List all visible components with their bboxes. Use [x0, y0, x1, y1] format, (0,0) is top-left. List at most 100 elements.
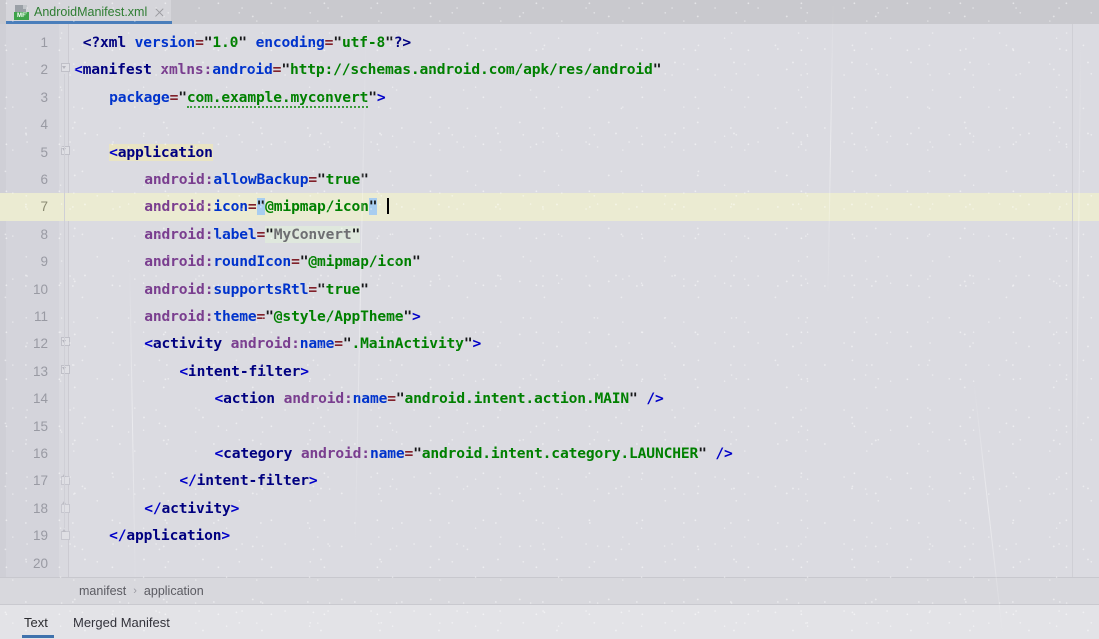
- token-punct: >: [300, 362, 309, 380]
- line-number: 17: [32, 473, 48, 489]
- token-eq: =: [291, 253, 300, 271]
- code-line[interactable]: 4: [0, 111, 1099, 138]
- token-tag: intent-filter: [188, 362, 301, 380]
- code-line[interactable]: 11 android:theme="@style/AppTheme">: [0, 303, 1099, 330]
- mode-tab-active-underline: [22, 635, 54, 638]
- code-line[interactable]: 8 android:label="MyConvert": [0, 221, 1099, 248]
- code-line[interactable]: 6 android:allowBackup="true": [0, 166, 1099, 193]
- token-ns: android:: [144, 253, 214, 271]
- token-attr: allowBackup: [213, 171, 309, 188]
- code-line[interactable]: 12 <activity android:name=".MainActivity"…: [0, 330, 1099, 357]
- token-eq: =: [404, 445, 414, 462]
- line-number: 13: [32, 363, 48, 379]
- code-line[interactable]: 16 <category android:name="android.intent…: [0, 440, 1099, 467]
- token-proc: ?>: [393, 34, 412, 51]
- code-line[interactable]: 15: [0, 413, 1099, 440]
- token-quote: ": [403, 308, 412, 325]
- token-eq: =: [247, 198, 257, 216]
- token-quote: ": [265, 308, 274, 325]
- code-line-content: android:allowBackup="true": [74, 166, 369, 193]
- breadcrumb: manifest › application: [0, 577, 1099, 604]
- line-number: 4: [40, 117, 48, 133]
- breadcrumb-item-manifest[interactable]: manifest: [79, 584, 126, 598]
- code-line[interactable]: 7 android:icon="@mipmap/icon": [0, 193, 1099, 221]
- tab-active-underline: [6, 21, 172, 24]
- token-punct: <: [214, 445, 224, 462]
- line-number: 5: [40, 144, 48, 160]
- line-number: 9: [40, 254, 48, 270]
- token-val: @mipmap/icon: [308, 253, 412, 271]
- token-punct: </: [179, 472, 197, 490]
- fold-region-line: [63, 74, 65, 529]
- token-val: true: [325, 171, 361, 188]
- token-ns: android:: [144, 198, 214, 216]
- code-line[interactable]: 14 <action android:name="android.intent.a…: [0, 385, 1099, 412]
- code-line[interactable]: 2 <manifest xmlns:android="http://schemas…: [0, 56, 1099, 83]
- tab-merged-manifest[interactable]: Merged Manifest: [73, 605, 170, 639]
- code-line[interactable]: 17 </intent-filter>: [0, 467, 1099, 494]
- matched-tag-highlight: <application: [109, 143, 213, 161]
- token-sp: [275, 390, 284, 407]
- code-line[interactable]: 19 </application>: [0, 522, 1099, 549]
- line-number: 3: [40, 89, 48, 105]
- code-line[interactable]: 1 <?xml version="1.0" encoding="utf-8"?>: [0, 29, 1099, 56]
- token-ns: android:: [144, 280, 214, 298]
- code-line[interactable]: 3 package="com.example.myconvert">: [0, 84, 1099, 111]
- code-line[interactable]: 20: [0, 550, 1099, 577]
- token-quote: ": [652, 61, 662, 79]
- code-line-content: android:supportsRtl="true": [74, 276, 369, 303]
- token-quote: ": [281, 61, 290, 79]
- token-attr: name: [299, 335, 335, 353]
- token-eq: =: [256, 308, 266, 325]
- code-line[interactable]: 5 <application: [0, 139, 1099, 166]
- code-line-content: android:icon="@mipmap/icon": [74, 193, 389, 220]
- line-number: 2: [40, 62, 48, 78]
- code-line[interactable]: 9 android:roundIcon="@mipmap/icon": [0, 248, 1099, 275]
- token-punct: </: [109, 527, 127, 545]
- breadcrumb-item-application[interactable]: application: [144, 584, 204, 598]
- token-val: .MainActivity: [351, 335, 464, 353]
- code-line[interactable]: 13 <intent-filter>: [0, 358, 1099, 385]
- token-punct: >: [376, 88, 386, 106]
- token-attr: supportsRtl: [213, 280, 309, 298]
- line-number: 1: [40, 35, 48, 50]
- token-punct: >: [230, 499, 240, 517]
- line-number: 20: [32, 555, 48, 571]
- code-line-content: </activity>: [74, 495, 239, 522]
- token-eq: =: [308, 280, 317, 298]
- code-line-content: <intent-filter>: [74, 358, 309, 385]
- token-val: @style/AppTheme: [273, 308, 404, 325]
- token-quote: ": [698, 445, 707, 462]
- token-eq: =: [169, 88, 179, 106]
- line-number: 19: [32, 528, 48, 544]
- manifest-file-icon-badge: MF: [14, 11, 29, 20]
- line-number: 11: [33, 309, 48, 324]
- token-tag: action: [223, 390, 275, 408]
- token-quote: ": [316, 280, 326, 298]
- fold-end-icon[interactable]: [60, 528, 70, 541]
- token-val: true: [325, 280, 361, 298]
- code-line[interactable]: 10 android:supportsRtl="true": [0, 276, 1099, 303]
- tab-text[interactable]: Text: [24, 605, 48, 639]
- close-icon[interactable]: [154, 7, 165, 18]
- line-number: 7: [40, 199, 48, 215]
- code-line[interactable]: 18 </activity>: [0, 495, 1099, 522]
- token-val: http://schemas.android.com/apk/res/andro…: [289, 61, 653, 79]
- code-line-content: <category android:name="android.intent.c…: [74, 440, 732, 467]
- token-tag: xml: [100, 34, 126, 51]
- code-line-content: <manifest xmlns:android="http://schemas.…: [74, 56, 661, 83]
- text-caret: [387, 198, 389, 215]
- token-tag: activity: [161, 499, 231, 517]
- code-line-content: </intent-filter>: [74, 467, 318, 494]
- code-line-content: android:roundIcon="@mipmap/icon": [74, 248, 421, 275]
- token-tag: intent-filter: [196, 472, 309, 490]
- token-quote: ": [385, 34, 394, 51]
- token-punct: >: [221, 527, 231, 545]
- token-punct: >: [308, 472, 318, 490]
- code-line-content: package="com.example.myconvert">: [74, 84, 386, 111]
- token-ns: android:: [144, 308, 214, 325]
- token-quote: ": [368, 88, 377, 106]
- code-line-content: android:label="MyConvert": [74, 221, 360, 248]
- code-editor[interactable]: 1 <?xml version="1.0" encoding="utf-8"?> 2…: [0, 24, 1099, 577]
- token-eq: =: [308, 171, 317, 188]
